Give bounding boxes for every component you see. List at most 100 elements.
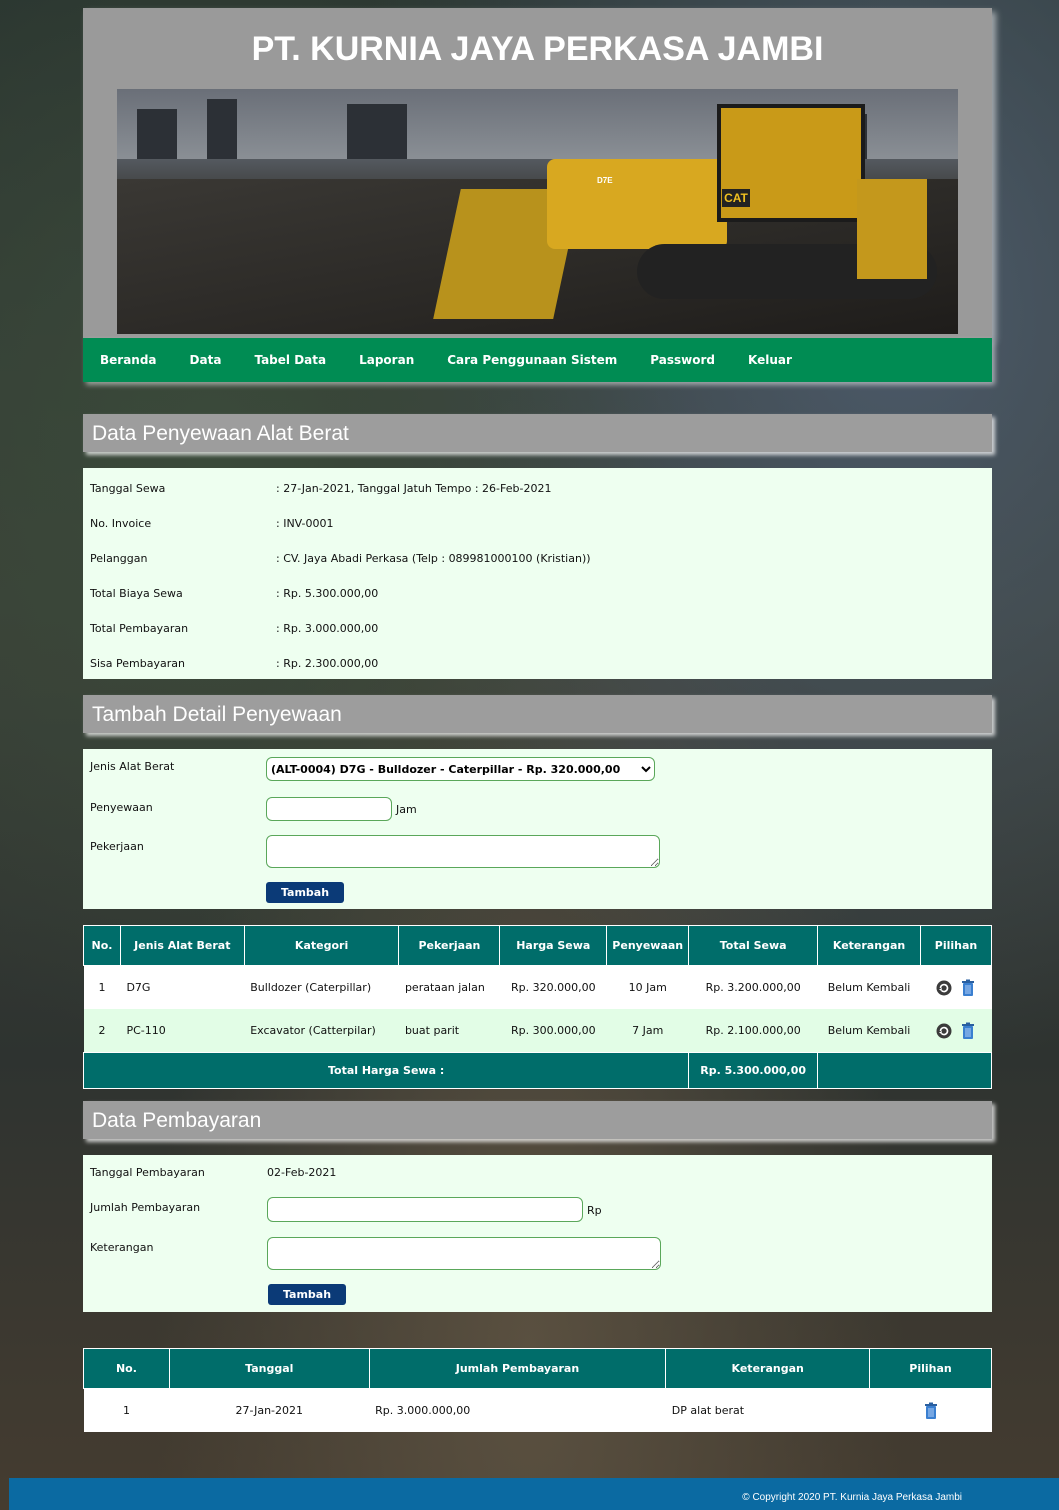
detail-table: No. Jenis Alat Berat Kategori Pekerjaan … (82, 925, 992, 1089)
payment-note-label: Keterangan (90, 1241, 154, 1254)
nav-laporan[interactable]: Laporan (359, 353, 414, 367)
info-label: Pelanggan (90, 552, 148, 565)
add-detail-heading: Tambah Detail Penyewaan (83, 695, 992, 733)
dozer-model-badge: D7E (597, 176, 613, 185)
cat-logo: CAT (722, 189, 750, 207)
payment-table: No. Tanggal Jumlah Pembayaran Keterangan… (83, 1348, 992, 1432)
rental-heading: Data Penyewaan Alat Berat (83, 414, 992, 452)
cell-harga: Rp. 320.000,00 (499, 965, 607, 1009)
payment-amount-unit: Rp (587, 1204, 602, 1217)
info-row: Total Biaya Sewa : Rp. 5.300.000,00 (83, 575, 992, 610)
cell-jenis: D7G (120, 965, 245, 1009)
cell-tanggal: 27-Jan-2021 (169, 1388, 370, 1432)
col-header: Tanggal (168, 1348, 370, 1389)
duration-unit: Jam (396, 803, 417, 816)
col-header: Pilihan (869, 1348, 992, 1389)
payment-amount-label: Jumlah Pembayaran (90, 1201, 201, 1214)
payment-form: Tanggal Pembayaran 02-Feb-2021 Jumlah Pe… (83, 1155, 992, 1312)
payment-note-textarea[interactable] (267, 1237, 661, 1270)
nav-password[interactable]: Password (650, 353, 715, 367)
add-payment-button[interactable]: Tambah (268, 1284, 346, 1305)
info-label: Total Biaya Sewa (90, 587, 183, 600)
add-detail-form: Jenis Alat Berat (ALT-0004) D7G - Bulldo… (83, 749, 992, 909)
cell-no: 1 (83, 1388, 170, 1432)
nav-keluar[interactable]: Keluar (748, 353, 792, 367)
col-header: Kategori (243, 925, 400, 966)
nav-beranda[interactable]: Beranda (100, 353, 157, 367)
cell-no: 2 (83, 1009, 121, 1053)
job-textarea[interactable] (266, 835, 660, 868)
equipment-select[interactable]: (ALT-0004) D7G - Bulldozer - Caterpillar… (266, 757, 655, 781)
total-value: Rp. 5.300.000,00 (688, 1052, 819, 1089)
cell-harga: Rp. 300.000,00 (499, 1009, 607, 1053)
info-row: Total Pembayaran: Rp. 3.000.000,00 (83, 610, 992, 645)
cell-penyewaan: 10 Jam (606, 965, 689, 1009)
main-nav: Beranda Data Tabel Data Laporan Cara Pen… (83, 338, 992, 382)
return-icon[interactable] (936, 1022, 952, 1040)
nav-cara-penggunaan[interactable]: Cara Penggunaan Sistem (447, 353, 617, 367)
cell-kategori: Bulldozer (Caterpillar) (244, 965, 399, 1009)
header-banner-image: D7E CAT (117, 89, 958, 334)
equipment-label: Jenis Alat Berat (90, 760, 175, 773)
trash-icon[interactable] (960, 1022, 976, 1040)
info-label: Total Pembayaran (90, 622, 189, 635)
info-value: : Rp. 2.300.000,00 (276, 657, 379, 670)
cell-pekerjaan: buat parit (398, 1009, 500, 1053)
cell-keterangan: Belum Kembali (817, 1009, 921, 1053)
table-row: 2 PC-110 Excavator (Catterpilar) buat pa… (83, 1009, 992, 1053)
info-value: : Rp. 5.300.000,00 (276, 587, 379, 600)
col-header: Pekerjaan (398, 925, 501, 966)
payment-date-value: 02-Feb-2021 (267, 1166, 337, 1179)
payment-amount-input[interactable] (267, 1197, 583, 1222)
info-value: : 27-Jan-2021, Tanggal Jatuh Tempo : 26-… (276, 482, 552, 495)
banner-building (137, 109, 177, 159)
cell-no: 1 (83, 965, 121, 1009)
cell-keterangan: Belum Kembali (817, 965, 921, 1009)
col-header: Penyewaan (606, 925, 690, 966)
table-row: 1 D7G Bulldozer (Caterpillar) perataan j… (83, 965, 992, 1009)
col-header: No. (83, 925, 121, 966)
col-header: Jenis Alat Berat (119, 925, 245, 966)
info-row: Pelanggan: CV. Jaya Abadi Perkasa (Telp … (83, 540, 992, 575)
cell-pekerjaan: perataan jalan (398, 965, 500, 1009)
cell-actions (920, 965, 992, 1009)
site-footer: © Copyright 2020 PT. Kurnia Jaya Perkasa… (9, 1478, 1059, 1510)
info-label: Tanggal Sewa (90, 482, 166, 495)
trash-icon[interactable] (923, 1402, 939, 1420)
col-header: No. (83, 1348, 170, 1389)
duration-input[interactable] (266, 797, 392, 821)
cell-actions (869, 1388, 992, 1432)
trash-icon[interactable] (960, 979, 976, 997)
cell-total: Rp. 2.100.000,00 (688, 1009, 818, 1053)
payment-section: Data Pembayaran (83, 1101, 992, 1139)
add-detail-section: Tambah Detail Penyewaan (83, 695, 992, 733)
banner-building (347, 104, 407, 159)
info-value: : INV-0001 (276, 517, 334, 530)
return-icon[interactable] (936, 979, 952, 997)
add-detail-button[interactable]: Tambah (266, 882, 344, 903)
payment-heading: Data Pembayaran (83, 1101, 992, 1139)
col-header: Pilihan (920, 925, 992, 966)
banner-building (207, 99, 237, 159)
info-row: Sisa Pembayaran: Rp. 2.300.000,00 (83, 645, 992, 680)
cell-jumlah: Rp. 3.000.000,00 (369, 1388, 666, 1432)
total-empty (817, 1052, 992, 1089)
cell-penyewaan: 7 Jam (606, 1009, 689, 1053)
rental-section: Data Penyewaan Alat Berat (83, 414, 992, 452)
cell-total: Rp. 3.200.000,00 (688, 965, 818, 1009)
info-row: Tanggal Sewa : 27-Jan-2021, Tanggal Jatuh… (83, 470, 992, 505)
table-row: 1 27-Jan-2021 Rp. 3.000.000,00 DP alat b… (83, 1388, 992, 1432)
col-header: Total Sewa (688, 925, 819, 966)
total-label: Total Harga Sewa : (82, 1052, 690, 1089)
detail-table-wrap: No. Jenis Alat Berat Kategori Pekerjaan … (82, 925, 992, 1089)
nav-data[interactable]: Data (190, 353, 222, 367)
site-title: PT. KURNIA JAYA PERKASA JAMBI (251, 30, 824, 68)
cell-actions (920, 1009, 992, 1053)
cell-kategori: Excavator (Catterpilar) (244, 1009, 399, 1053)
cell-keterangan: DP alat berat (665, 1388, 870, 1432)
payment-table-wrap: No. Tanggal Jumlah Pembayaran Keterangan… (83, 1348, 992, 1432)
payment-date-label: Tanggal Pembayaran (90, 1166, 205, 1179)
col-header: Jumlah Pembayaran (368, 1348, 667, 1389)
dozer-body (547, 159, 727, 249)
nav-tabel-data[interactable]: Tabel Data (254, 353, 326, 367)
